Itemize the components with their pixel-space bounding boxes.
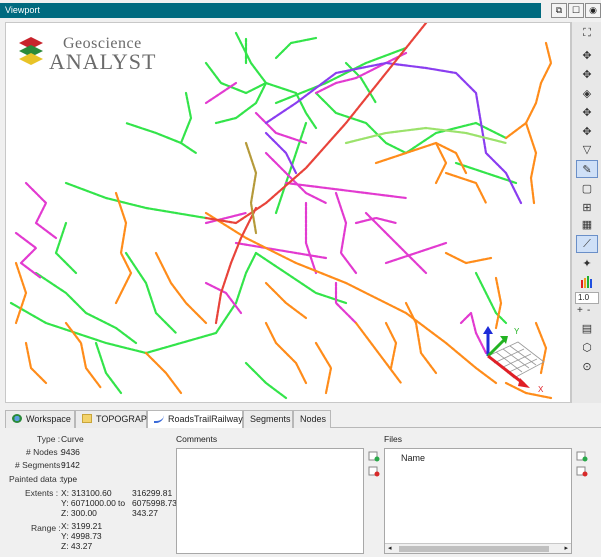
nodes-label: # Nodes : bbox=[26, 447, 63, 457]
add-comment-icon[interactable] bbox=[367, 450, 381, 463]
grid-tool-icon[interactable]: ⊞ bbox=[576, 198, 598, 216]
view-bottom-icon[interactable]: ✥ bbox=[576, 65, 598, 83]
painted-data-label: Painted data : bbox=[9, 474, 62, 484]
add-file-icon[interactable] bbox=[575, 450, 589, 463]
tab-roadstrailrailways[interactable]: RoadsTrailRailways bbox=[147, 410, 247, 429]
tab-label-nodes: Nodes bbox=[300, 414, 327, 424]
range-x: X: 3199.21 bbox=[61, 521, 103, 531]
viewport-titlebar: Viewport ⧉ ☐ ◉ bbox=[0, 0, 601, 20]
maximize-button[interactable]: ☐ bbox=[568, 3, 584, 18]
view-toolbar: ⛶ ✥ ✥ ◈ ✥ ✥ ▽ ✎ ▢ ⊞ ▦ ⟋ ✦ 1.0 + - ▤ ⬡ ⊙ bbox=[571, 22, 601, 403]
type-label: Type : bbox=[37, 434, 61, 444]
properties-panel: Type : Curve # Nodes : 9436 # Segments :… bbox=[5, 428, 601, 557]
zoom-value-field[interactable]: 1.0 bbox=[575, 292, 599, 304]
logo-mark-icon bbox=[19, 37, 43, 65]
lighting-icon[interactable]: ✦ bbox=[576, 254, 598, 272]
magnet-icon[interactable]: ⊙ bbox=[576, 357, 598, 375]
segments-value: 9142 bbox=[61, 460, 80, 470]
axis-label-y: Y bbox=[514, 327, 520, 336]
zoom-extents-icon[interactable]: ⛶ bbox=[576, 24, 598, 42]
painted-data-value: type bbox=[61, 474, 78, 484]
cube-icon[interactable]: ⬡ bbox=[576, 338, 598, 356]
tab-nodes[interactable]: Nodes bbox=[293, 410, 331, 428]
visibility-toggle-button[interactable]: ◉ bbox=[585, 3, 601, 18]
range-z: Z: 43.27 bbox=[61, 541, 93, 551]
nodes-value: 9436 bbox=[61, 447, 80, 457]
zoom-plus-button[interactable]: + bbox=[577, 305, 583, 316]
extents-y-max: 6075998.73 bbox=[132, 498, 177, 508]
view-iso-icon[interactable]: ▽ bbox=[576, 140, 598, 158]
legend-icon[interactable]: ▤ bbox=[576, 319, 598, 337]
view-front-icon[interactable]: ◈ bbox=[576, 84, 598, 102]
bottom-tab-bar: Workspace TOPOGRAPHY RoadsTrailRailways … bbox=[5, 410, 601, 429]
tab-label-roadstrailrailways: RoadsTrailRailways bbox=[168, 414, 248, 424]
select-tool-icon[interactable]: ▢ bbox=[576, 179, 598, 197]
extents-y-min: Y: 6071000.00 bbox=[61, 498, 116, 508]
type-value: Curve bbox=[61, 434, 84, 444]
colorbar-icon[interactable] bbox=[576, 273, 598, 291]
files-column-name: Name bbox=[401, 453, 426, 463]
remove-file-icon[interactable] bbox=[575, 465, 589, 478]
tab-topography[interactable]: TOPOGRAPHY bbox=[75, 410, 159, 428]
axis-label-x: X bbox=[538, 385, 544, 394]
viewport-title: Viewport bbox=[0, 3, 541, 18]
axis-triad: Y X bbox=[483, 326, 545, 394]
tab-workspace[interactable]: Workspace bbox=[5, 410, 75, 428]
files-horizontal-scrollbar[interactable]: ◂ ▸ bbox=[385, 543, 571, 553]
extents-z-max: 343.27 bbox=[132, 508, 158, 518]
curve-icon bbox=[154, 414, 164, 423]
scroll-right-arrow-icon[interactable]: ▸ bbox=[564, 544, 568, 552]
view-side-icon[interactable]: ✥ bbox=[576, 122, 598, 140]
extents-to: to bbox=[118, 498, 126, 508]
extents-x-max: 316299.81 bbox=[132, 488, 173, 498]
globe-icon bbox=[12, 414, 22, 423]
comments-title: Comments bbox=[176, 434, 218, 444]
app-window: Viewport ⧉ ☐ ◉ Geoscience ANALYST Y X ⛶ … bbox=[0, 0, 601, 557]
geoscience-analyst-logo: Geoscience ANALYST bbox=[16, 33, 157, 74]
view-top-icon[interactable]: ✥ bbox=[576, 46, 598, 64]
range-label: Range : bbox=[31, 523, 61, 533]
clip-tool-icon[interactable]: ▦ bbox=[576, 215, 598, 233]
paint-tool-icon[interactable]: ✎ bbox=[576, 160, 598, 178]
viewport-canvas[interactable]: Geoscience ANALYST Y X bbox=[5, 22, 571, 403]
files-list[interactable]: Name ◂ ▸ bbox=[384, 448, 572, 554]
colorbar-swatch-icon bbox=[581, 276, 592, 288]
scroll-left-arrow-icon[interactable]: ◂ bbox=[388, 544, 392, 552]
segments-label: # Segments : bbox=[15, 460, 66, 470]
tab-segments[interactable]: Segments bbox=[243, 410, 293, 428]
logo-text-analyst: ANALYST bbox=[49, 49, 157, 74]
zoom-minus-button[interactable]: - bbox=[587, 305, 590, 316]
extents-z-min: Z: 300.00 bbox=[61, 508, 97, 518]
folder-icon bbox=[82, 414, 92, 423]
files-title: Files bbox=[384, 434, 402, 444]
axis-toggle-icon[interactable]: ⟋ bbox=[576, 235, 598, 253]
tab-label-workspace: Workspace bbox=[26, 414, 71, 424]
tab-label-segments: Segments bbox=[250, 414, 291, 424]
range-y: Y: 4998.73 bbox=[61, 531, 102, 541]
view-back-icon[interactable]: ✥ bbox=[576, 103, 598, 121]
remove-comment-icon[interactable] bbox=[367, 465, 381, 478]
extents-x-min: X: 313100.60 bbox=[61, 488, 112, 498]
comments-box[interactable] bbox=[176, 448, 364, 554]
restore-button[interactable]: ⧉ bbox=[551, 3, 567, 18]
extents-label: Extents : bbox=[25, 488, 59, 498]
